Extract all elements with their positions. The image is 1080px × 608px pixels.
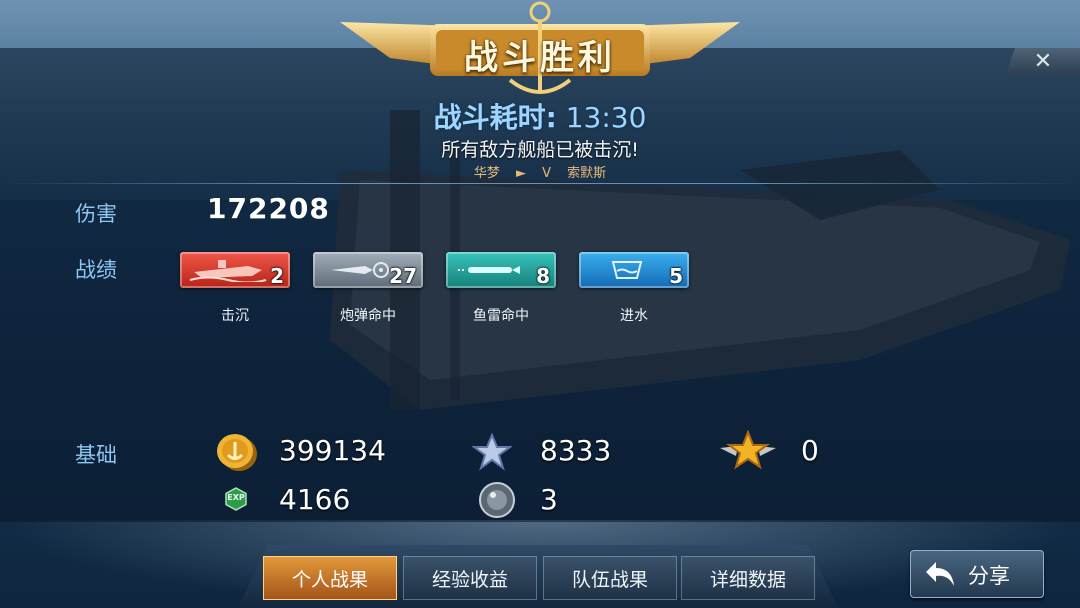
medal-icon	[479, 482, 515, 518]
stat-card-flooding: 5	[579, 252, 689, 288]
gold-coin-icon	[217, 434, 257, 471]
share-arrow-icon	[926, 562, 954, 586]
star-value: 8333	[540, 434, 612, 467]
tab-experience-gain[interactable]: 经验收益	[403, 556, 537, 600]
page-title: 战斗胜利	[464, 38, 616, 78]
torpedo-hit-count: 8	[536, 264, 550, 288]
battle-result-message: 所有敌方舰船已被击沉!	[441, 139, 639, 161]
damage-label: 伤害	[75, 202, 117, 226]
title-banner: 战斗胜利	[330, 0, 750, 100]
share-button[interactable]: 分享	[910, 550, 1044, 598]
record-label: 战绩	[75, 258, 117, 282]
rank-star-value: 0	[801, 434, 819, 467]
stat-name-flooding: 进水	[620, 308, 648, 324]
exp-value: 4166	[279, 483, 351, 516]
matchup: 华梦 ► V 索默斯	[0, 162, 1080, 181]
versus-text: V	[542, 166, 552, 181]
player-right-name: 索默斯	[567, 166, 607, 181]
winged-gold-star-icon	[720, 430, 776, 470]
tab-detailed-data[interactable]: 详细数据	[681, 556, 815, 600]
silver-star-icon	[472, 433, 512, 471]
stat-card-torpedo-hit: 8	[446, 252, 556, 288]
base-label: 基础	[75, 443, 117, 467]
torpedo-hit-icon	[458, 266, 520, 274]
stat-name-sunk: 击沉	[221, 308, 249, 324]
stat-card-sunk: 2	[180, 252, 290, 288]
stat-card-shell-hit: 27	[313, 252, 423, 288]
battle-duration-label: 战斗耗时:	[433, 101, 557, 134]
stat-name-torpedo-hit: 鱼雷命中	[473, 308, 529, 324]
close-icon: ✕	[1033, 48, 1053, 74]
stat-name-shell-hit: 炮弹命中	[340, 308, 396, 324]
shell-hit-count: 27	[389, 264, 417, 288]
sunk-count: 2	[270, 264, 284, 288]
gold-value: 399134	[279, 434, 386, 467]
flooding-count: 5	[669, 264, 683, 288]
tab-personal-results[interactable]: 个人战果	[263, 556, 397, 600]
exp-icon: EXP	[224, 487, 248, 511]
battle-duration: 战斗耗时: 13:30	[0, 96, 1080, 136]
damage-value: 172208	[207, 192, 330, 225]
medal-value: 3	[540, 483, 558, 516]
arrow-right-icon: ►	[515, 166, 526, 181]
share-label: 分享	[968, 564, 1010, 588]
sunk-ship-icon	[189, 260, 267, 282]
battle-duration-value: 13:30	[565, 101, 647, 134]
flooding-icon	[611, 261, 643, 279]
exp-icon-text: EXP	[227, 493, 245, 502]
close-button[interactable]: ✕	[1006, 48, 1080, 74]
divider	[0, 183, 1080, 184]
player-left-name: 华梦	[473, 166, 500, 181]
tab-team-results[interactable]: 队伍战果	[543, 556, 677, 600]
